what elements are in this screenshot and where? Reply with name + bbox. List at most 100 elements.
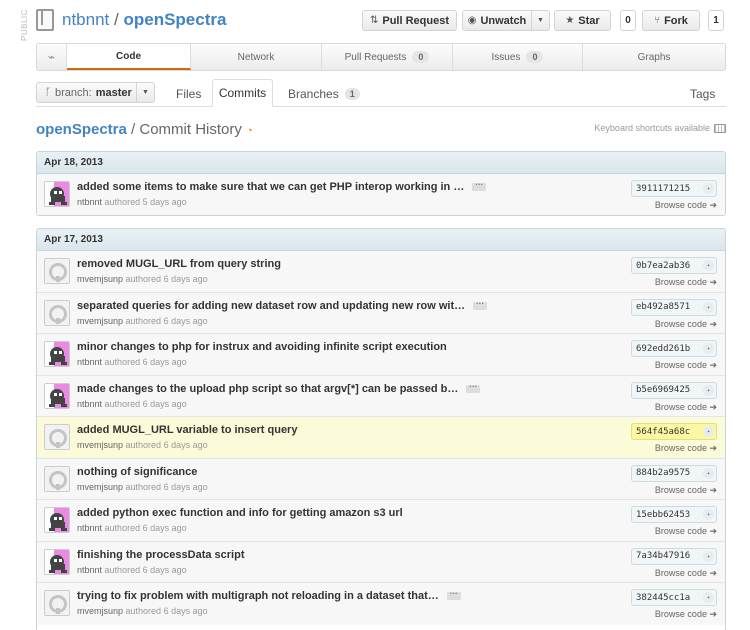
browse-code-link[interactable]: Browse code ➔ <box>655 277 717 288</box>
commit-message[interactable]: made changes to the upload php script so… <box>77 382 481 395</box>
browse-code-link[interactable]: Browse code ➔ <box>655 568 717 579</box>
commit-author[interactable]: mvemjsunp <box>77 316 123 326</box>
commit-sha-button[interactable]: 7a34b47916 ✦ <box>631 547 717 565</box>
star-count[interactable]: 0 <box>620 10 636 31</box>
browse-code-link[interactable]: Browse code ➔ <box>655 526 717 537</box>
commit-row[interactable]: added some items to make sure that we ca… <box>37 174 725 215</box>
commit-author[interactable]: mvemjsunp <box>77 482 123 492</box>
tab-code[interactable]: Code <box>67 44 191 70</box>
commit-author[interactable]: ntbnnt <box>77 197 102 207</box>
commit-message[interactable]: nothing of significance <box>77 466 197 478</box>
copy-icon[interactable]: ✦ <box>703 467 714 479</box>
avatar[interactable] <box>44 507 70 533</box>
commit-row[interactable]: made changes to the upload php script so… <box>37 375 725 417</box>
history-repo-link[interactable]: openSpectra <box>36 121 127 138</box>
commit-time: 6 days ago <box>163 315 208 326</box>
commit-sha-button[interactable]: 382445cc1a ✦ <box>631 589 717 606</box>
avatar[interactable] <box>44 181 70 207</box>
tab-commits[interactable]: Commits <box>212 79 273 107</box>
avatar[interactable] <box>44 548 70 575</box>
commit-row[interactable]: separated queries for adding new dataset… <box>37 292 725 334</box>
commit-author[interactable]: ntbnnt <box>77 357 102 367</box>
fork-button[interactable]: ⑂ Fork <box>642 10 700 31</box>
commit-row[interactable]: minor changes to php for instrux and avo… <box>37 334 725 376</box>
commit-sha-button[interactable]: 564f45a68c ✦ <box>631 423 717 440</box>
copy-icon[interactable]: ✦ <box>703 550 714 562</box>
expand-message-icon[interactable]: ··· <box>472 181 487 192</box>
commit-sha-button[interactable]: 692edd261b ✦ <box>631 340 717 357</box>
fork-count[interactable]: 1 <box>708 10 724 31</box>
browse-code-link[interactable]: Browse code ➔ <box>655 200 717 211</box>
commit-sha-button[interactable]: 0b7ea2ab36 ✦ <box>631 257 717 274</box>
keyboard-shortcuts-hint[interactable]: Keyboard shortcuts available <box>594 123 726 133</box>
commit-author[interactable]: mvemjsunp <box>77 606 123 616</box>
commit-row[interactable]: nothing of significance mvemjsunp authore… <box>37 458 725 500</box>
commit-author[interactable]: mvemjsunp <box>77 274 123 284</box>
commit-message[interactable]: trying to fix problem with multigraph no… <box>77 590 461 602</box>
commit-message[interactable]: finishing the processData script <box>77 549 244 561</box>
copy-icon[interactable]: ✦ <box>703 384 714 396</box>
copy-icon[interactable]: ✦ <box>703 509 714 520</box>
browse-code-link[interactable]: Browse code ➔ <box>655 319 717 330</box>
browse-code-link[interactable]: Browse code ➔ <box>655 485 717 496</box>
repo-owner-link[interactable]: ntbnnt <box>62 10 109 29</box>
browse-code-link[interactable]: Browse code ➔ <box>655 402 717 413</box>
tab-network[interactable]: Network <box>191 44 322 70</box>
avatar[interactable] <box>44 258 70 284</box>
commit-row[interactable]: added MUGL_URL variable to insert query m… <box>37 417 725 459</box>
commit-sha-button[interactable]: 884b2a9575 ✦ <box>631 464 717 482</box>
public-label: PUBLIC <box>20 9 29 41</box>
avatar[interactable] <box>44 341 70 367</box>
star-button[interactable]: ★ Star <box>554 10 611 31</box>
commit-message[interactable]: removed MUGL_URL from query string <box>77 258 281 270</box>
commit-message[interactable]: added some items to make sure that we ca… <box>77 181 487 193</box>
copy-icon[interactable]: ✦ <box>703 301 714 313</box>
avatar[interactable] <box>44 590 70 616</box>
pulse-tab[interactable]: ⌁ <box>37 44 67 70</box>
tab-pull-requests[interactable]: Pull Requests 0 <box>322 44 453 70</box>
tab-branches[interactable]: Branches 1 <box>288 82 360 106</box>
pull-request-button[interactable]: ⇅ Pull Request <box>362 10 457 31</box>
commit-row[interactable]: removed MUGL_URL from query string mvemjs… <box>37 251 725 293</box>
copy-icon[interactable]: ✦ <box>703 343 714 354</box>
repo-name-link[interactable]: openSpectra <box>123 10 226 29</box>
avatar[interactable] <box>44 382 70 409</box>
avatar[interactable] <box>44 465 70 492</box>
tab-issues[interactable]: Issues 0 <box>453 44 583 70</box>
tab-files[interactable]: Files <box>176 82 201 106</box>
tab-graphs[interactable]: Graphs <box>583 44 725 70</box>
commit-message[interactable]: added MUGL_URL variable to insert query <box>77 424 297 436</box>
commit-author[interactable]: mvemjsunp <box>77 440 123 450</box>
expand-message-icon[interactable]: ··· <box>446 590 461 601</box>
avatar[interactable] <box>44 299 70 326</box>
copy-icon[interactable]: ✦ <box>703 592 714 603</box>
expand-message-icon[interactable]: ··· <box>466 382 481 393</box>
commit-author[interactable]: ntbnnt <box>77 523 102 533</box>
avatar[interactable] <box>44 424 70 450</box>
commit-message[interactable]: separated queries for adding new dataset… <box>77 299 488 312</box>
browse-code-link[interactable]: Browse code ➔ <box>655 609 717 620</box>
commit-row[interactable]: added python exec function and info for … <box>37 500 725 542</box>
rss-icon[interactable]: ◔ <box>246 125 253 137</box>
commit-message[interactable]: minor changes to php for instrux and avo… <box>77 341 447 353</box>
commit-message[interactable]: added python exec function and info for … <box>77 507 403 519</box>
commit-sha-button[interactable]: eb492a8571 ✦ <box>631 298 717 316</box>
commit-sha-button[interactable]: 3911171215 ✦ <box>631 180 717 197</box>
copy-icon[interactable]: ✦ <box>703 183 714 194</box>
browse-code-link[interactable]: Browse code ➔ <box>655 443 717 454</box>
watch-dropdown-button[interactable]: ▼ <box>531 10 550 31</box>
commit-row[interactable]: finishing the processData script ntbnnt a… <box>37 541 725 583</box>
commit-author[interactable]: ntbnnt <box>77 565 102 575</box>
unwatch-button[interactable]: ◉ Unwatch <box>462 10 532 31</box>
tab-tags[interactable]: Tags <box>690 82 715 106</box>
star-icon: ★ <box>565 15 575 26</box>
commit-row[interactable]: trying to fix problem with multigraph no… <box>37 583 725 625</box>
branch-selector[interactable]: ᚴ branch: master ▼ <box>36 82 155 103</box>
copy-icon[interactable]: ✦ <box>703 426 714 437</box>
browse-code-link[interactable]: Browse code ➔ <box>655 360 717 371</box>
commit-sha-button[interactable]: b5e6969425 ✦ <box>631 381 717 399</box>
commit-author[interactable]: ntbnnt <box>77 399 102 409</box>
copy-icon[interactable]: ✦ <box>703 260 714 271</box>
commit-sha-button[interactable]: 15ebb62453 ✦ <box>631 506 717 523</box>
expand-message-icon[interactable]: ··· <box>473 299 488 310</box>
